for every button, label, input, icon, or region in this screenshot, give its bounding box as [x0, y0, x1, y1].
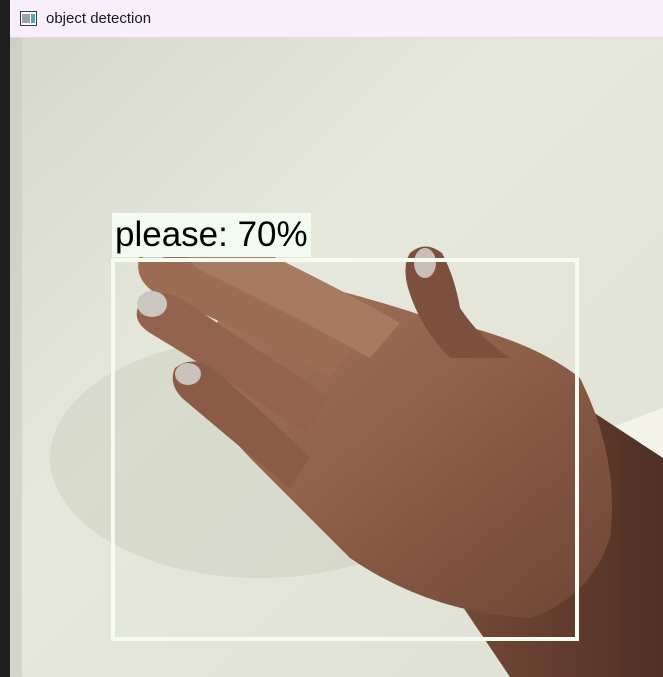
detection-label: please: 70% [112, 213, 311, 257]
camera-frame: please: 70% [10, 38, 663, 677]
title-bar[interactable]: object detection [10, 0, 663, 38]
app-window-icon [20, 11, 37, 26]
object-detection-window: object detection please: 70% [10, 0, 663, 677]
window-title: object detection [46, 10, 152, 27]
detection-bounding-box [111, 258, 579, 641]
